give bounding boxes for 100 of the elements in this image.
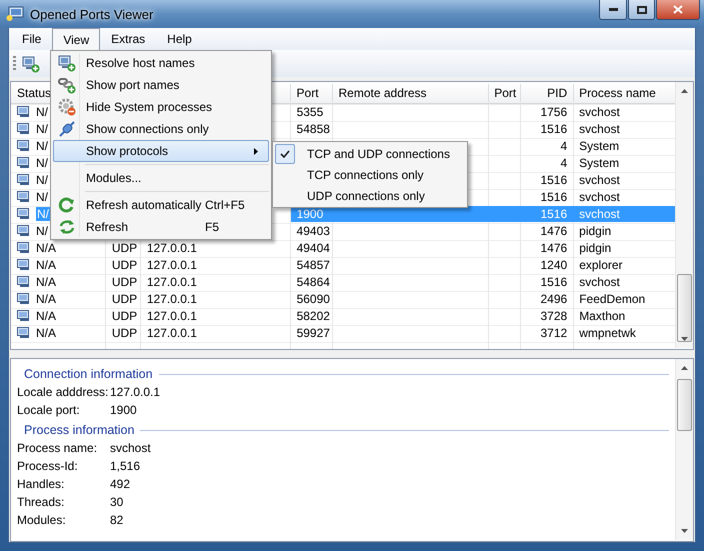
- table-cell-text: 54864: [296, 274, 331, 290]
- field-value: 492: [110, 477, 130, 491]
- maximize-icon: [636, 6, 646, 14]
- field-label: Handles:: [17, 477, 66, 491]
- minimize-button[interactable]: [599, 0, 627, 20]
- field-label: Locale port:: [17, 403, 81, 417]
- monitor-icon: [17, 310, 30, 322]
- field-value: 30: [110, 495, 124, 509]
- column-header[interactable]: Port: [494, 86, 516, 100]
- scrollbar[interactable]: [675, 82, 693, 348]
- table-cell: N/: [36, 173, 48, 187]
- field-value: 127.0.0.1: [110, 385, 160, 399]
- menu-item[interactable]: TCP and UDP connections: [275, 143, 465, 164]
- table-cell-text: 49403: [296, 223, 331, 239]
- scroll-up-icon[interactable]: [681, 89, 688, 93]
- field-label: Modules:: [17, 513, 67, 527]
- maximize-button[interactable]: [628, 0, 655, 20]
- table-cell-text: 127.0.0.1: [146, 274, 198, 290]
- menu-item[interactable]: Hide System processes: [53, 96, 269, 118]
- table-cell-text: UDP: [110, 274, 138, 290]
- monitor-icon: [17, 174, 30, 186]
- table-cell-text: 59927: [296, 325, 331, 341]
- table-cell-text: 3712: [539, 325, 568, 341]
- table-cell-text: 1476: [539, 240, 568, 256]
- window-title: Opened Ports Viewer: [30, 6, 154, 22]
- menu-item[interactable]: Show port names: [53, 74, 269, 96]
- table-cell-text: System: [578, 155, 620, 171]
- field-label: Threads:: [17, 495, 66, 509]
- column-header[interactable]: PID: [547, 86, 568, 100]
- field-value: svchost: [110, 441, 151, 455]
- table-cell-text: 56090: [296, 291, 331, 307]
- refresh-icon: [58, 196, 76, 214]
- menu-item[interactable]: UDP connections only: [275, 185, 465, 206]
- menu-item[interactable]: Refresh F5: [53, 216, 269, 238]
- table-cell-text: svchost: [578, 121, 621, 137]
- menu-item[interactable]: Resolve host names: [53, 52, 269, 74]
- field-label: Process-Id:: [17, 459, 79, 473]
- menu-item[interactable]: View: [52, 28, 100, 50]
- monitor-add-icon: [58, 54, 76, 72]
- menu-item[interactable]: Help: [156, 28, 203, 50]
- table-cell-text: wmpnetwk: [578, 325, 637, 341]
- field-label: Process name:: [17, 441, 98, 455]
- table-cell-text: UDP: [110, 257, 138, 273]
- table-cell-text: 127.0.0.1: [146, 325, 198, 341]
- close-icon: [673, 5, 683, 14]
- table-cell-text: svchost: [578, 189, 621, 205]
- chain-add-icon: [58, 76, 76, 94]
- column-header[interactable]: Status: [17, 86, 52, 100]
- table-cell-text: 1516: [539, 189, 568, 205]
- minimize-icon: [608, 8, 618, 11]
- table-cell-text: 1516: [539, 121, 568, 137]
- scroll-up-icon[interactable]: [681, 366, 688, 370]
- menu-item[interactable]: Refresh automatically Ctrl+F5: [53, 194, 269, 216]
- table-cell-text: UDP: [110, 291, 138, 307]
- scrollbar[interactable]: [675, 359, 693, 540]
- table-cell: N/A: [36, 275, 56, 289]
- scrollbar-thumb[interactable]: [677, 274, 692, 342]
- table-cell: N/: [36, 224, 48, 238]
- monitor-icon: [17, 123, 30, 135]
- field-value: 1,516: [110, 459, 140, 473]
- monitor-icon: [17, 157, 30, 169]
- table-cell: N/: [36, 190, 48, 204]
- close-button[interactable]: [656, 0, 700, 20]
- table-cell-text: 127.0.0.1: [146, 308, 198, 324]
- menu-item[interactable]: TCP connections only: [275, 164, 465, 185]
- menu-item[interactable]: File: [11, 28, 52, 50]
- table-cell-text: 1756: [539, 104, 568, 120]
- table-cell-text: explorer: [578, 257, 624, 273]
- table-cell: N/: [36, 156, 48, 170]
- table-cell-text: svchost: [578, 172, 621, 188]
- table-cell-text: 54858: [296, 121, 331, 137]
- table-cell: N/A: [36, 241, 56, 255]
- menu-item[interactable]: Modules...: [53, 167, 269, 189]
- scroll-down-icon[interactable]: [681, 337, 688, 341]
- table-cell-text: 1240: [539, 257, 568, 273]
- monitor-icon: [17, 140, 30, 152]
- field-value: 1900: [110, 403, 137, 417]
- scroll-down-icon[interactable]: [681, 529, 688, 533]
- menu-item[interactable]: Show protocols: [53, 140, 269, 162]
- column-header[interactable]: Remote address: [338, 86, 427, 100]
- section-heading: Connection information: [24, 367, 153, 381]
- table-cell-text: pidgin: [578, 240, 612, 256]
- scrollbar-thumb[interactable]: [677, 379, 692, 431]
- menu-item[interactable]: Show connections only: [53, 118, 269, 140]
- table-cell-text: UDP: [110, 308, 138, 324]
- monitor-icon: [17, 259, 30, 271]
- table-cell: N/A: [36, 258, 56, 272]
- table-cell: N/: [36, 207, 50, 221]
- menu-item[interactable]: Extras: [100, 28, 156, 50]
- table-cell: N/: [36, 105, 48, 119]
- column-header[interactable]: Port: [296, 86, 319, 100]
- table-cell-text: 127.0.0.1: [146, 291, 198, 307]
- app-icon: [6, 6, 24, 22]
- table-cell-text: FeedDemon: [578, 291, 646, 307]
- table-cell-text: UDP: [110, 240, 138, 256]
- table-cell-text: Maxthon: [578, 308, 626, 324]
- table-cell-text: 1476: [539, 223, 568, 239]
- column-header[interactable]: Process name: [579, 86, 656, 100]
- table-cell-text: 3728: [539, 308, 568, 324]
- table-cell-text: 4: [559, 155, 568, 171]
